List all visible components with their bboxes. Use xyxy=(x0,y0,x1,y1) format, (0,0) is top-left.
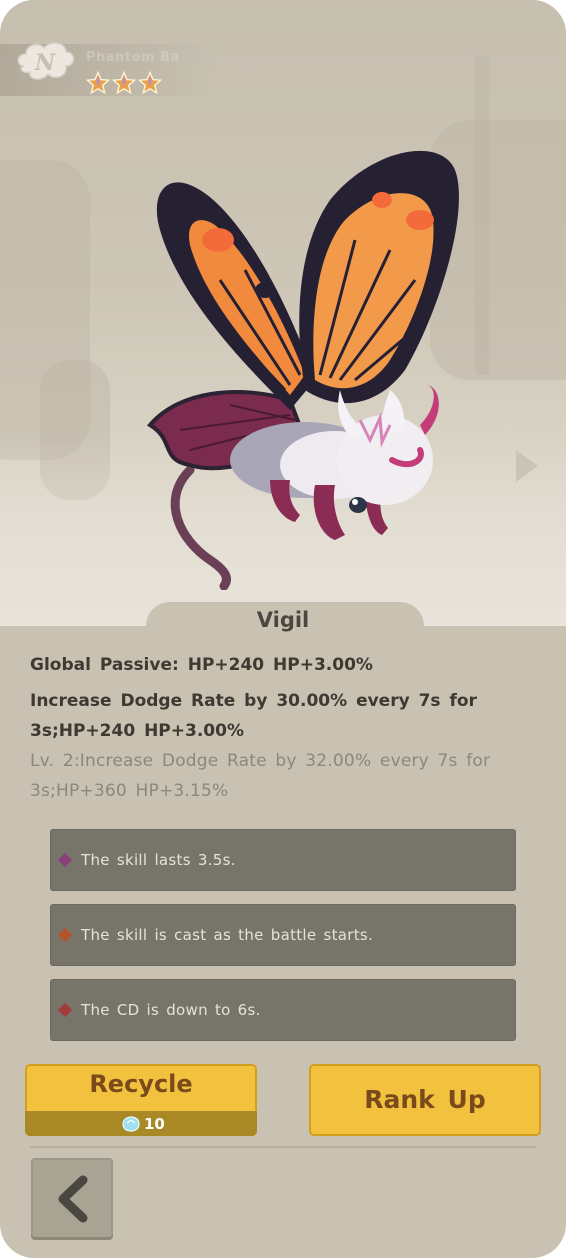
rank-up-button[interactable]: Rank Up xyxy=(309,1064,541,1136)
skill-effect-text: Increase Dodge Rate by 30.00% every 7s f… xyxy=(30,691,477,741)
skill-trait-text: The skill lasts 3.5s. xyxy=(81,851,236,869)
rarity-n-badge-icon: N xyxy=(17,42,75,80)
pet-detail-screen: N Phantom Ba Vigil Global Passive: HP+24… xyxy=(0,0,566,1258)
skill-trait-row: The skill lasts 3.5s. xyxy=(50,829,516,891)
crystal-icon xyxy=(122,1116,140,1132)
gem-icon xyxy=(57,1002,73,1018)
star-icon xyxy=(86,71,110,95)
recycle-cost-bar xyxy=(25,1111,257,1136)
rarity-letter: N xyxy=(34,50,56,76)
star-rating xyxy=(86,71,162,95)
pet-showcase: N Phantom Ba xyxy=(0,0,566,626)
skill-trait-row: The CD is down to 6s. xyxy=(50,979,516,1041)
recycle-button[interactable]: Recycle 10 xyxy=(25,1064,257,1136)
back-arrow-icon xyxy=(58,1175,88,1223)
divider xyxy=(30,1146,536,1148)
rank-up-label: Rank Up xyxy=(364,1085,486,1114)
recycle-cost: 10 xyxy=(144,1115,165,1133)
star-icon xyxy=(138,71,162,95)
star-icon xyxy=(112,71,136,95)
skill-trait-row: The skill is cast as the battle starts. xyxy=(50,904,516,966)
next-level-text: Lv. 2:Increase Dodge Rate by 32.00% ever… xyxy=(30,751,491,801)
skill-trait-text: The CD is down to 6s. xyxy=(81,1001,261,1019)
skill-trait-text: The skill is cast as the battle starts. xyxy=(81,926,374,944)
pet-illustration xyxy=(146,150,459,590)
next-arrow-icon[interactable] xyxy=(512,446,542,486)
recycle-label: Recycle xyxy=(89,1070,193,1098)
global-passive-text: Global Passive: HP+240 HP+3.00% xyxy=(30,655,373,675)
gem-icon xyxy=(57,927,73,943)
gem-icon xyxy=(57,852,73,868)
pet-name: Vigil xyxy=(256,608,310,632)
pet-subtitle: Phantom Ba xyxy=(86,50,180,65)
back-button[interactable] xyxy=(31,1158,113,1240)
